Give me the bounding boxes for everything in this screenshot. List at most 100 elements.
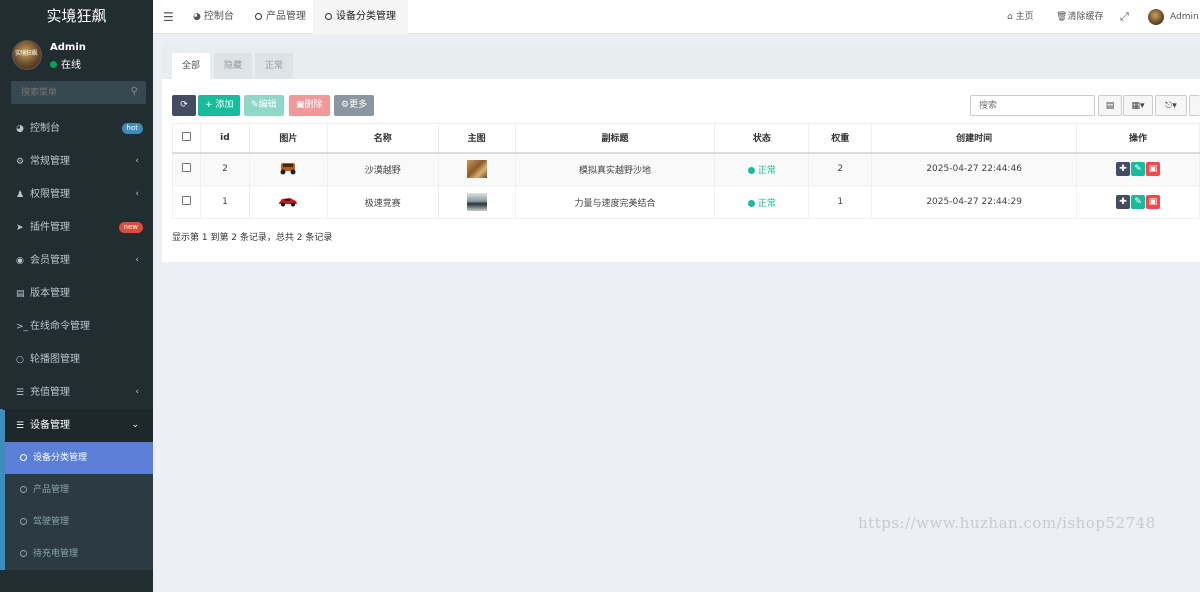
sidebar-item-dashboard[interactable]: ◕ 控制台 hot [0,112,153,145]
fullscreen-icon[interactable]: ⤢ [1120,0,1129,34]
cell-main-image [437,185,516,219]
drag-button[interactable]: ✚ [1116,162,1131,177]
cell-weight: 1 [808,185,873,219]
sidebar-item-label: 插件管理 [30,222,70,233]
cell-id: 1 [199,185,250,219]
tab-normal[interactable]: 正常 [255,53,294,79]
row-delete-button[interactable]: ▣ [1146,162,1161,177]
topbar: ☰ ◕ 控制台 产品管理 设备分类管理 ⌂ 主页 🗑清除缓存 ⤢ Admin [153,0,1200,34]
admin-avatar[interactable] [1148,9,1164,25]
sidebar-item-label: 控制台 [30,123,60,134]
tab-product[interactable]: 产品管理 [243,0,318,34]
table-search-input[interactable] [970,95,1095,116]
cell-operate: ✚ ✎ ▣ [1076,152,1200,186]
rocket-icon: ➤ [16,223,24,233]
main-image-thumbnail[interactable] [466,160,487,179]
sidebar-item-label: 充值管理 [30,387,70,398]
sidebar-item-label: 权限管理 [30,189,70,200]
table-row[interactable]: 2 沙漠越野 模拟真实越野沙地 正常 2 2025-04-27 22:44:46… [172,152,1200,186]
refresh-button[interactable]: ⟳ [172,95,196,116]
row-edit-button[interactable]: ✎ [1131,195,1146,209]
sidebar-subitem-label: 驾驶管理 [33,517,70,527]
hot-badge: hot [121,123,143,134]
row-checkbox-cell [172,185,201,219]
sidebar-item-general[interactable]: ⚙ 常规管理 ‹ [0,145,153,178]
race-car-image[interactable] [278,193,298,209]
row-edit-button[interactable]: ✎ [1131,162,1146,177]
header-main-image[interactable]: 主图 [437,123,516,154]
new-badge: new [118,222,143,233]
add-button[interactable]: + 添加 [198,95,241,116]
cell-name: 沙漠越野 [326,152,439,186]
pagination-summary: 显示第 1 到第 2 条记录，总共 2 条记录 [172,233,333,243]
sidebar-item-label: 在线命令管理 [30,321,90,332]
move-icon: ✚ [1119,164,1127,175]
main-image-thumbnail[interactable] [466,193,487,211]
watermark: https://www.huzhan.com/ishop52748 [858,514,1156,532]
row-checkbox[interactable] [181,196,191,205]
print-button[interactable] [1189,95,1200,116]
sidebar-subitem-product[interactable]: 产品管理 [0,474,153,506]
status-label: 正常 [757,198,776,209]
tab-all[interactable]: 全部 [172,53,211,79]
export-button[interactable]: ⎋▾ [1155,95,1187,116]
header-created[interactable]: 创建时间 [871,123,1078,154]
cell-created: 2025-04-27 22:44:29 [871,185,1078,219]
admin-label[interactable]: Admin [1170,0,1199,34]
clear-cache-label: 清除缓存 [1067,12,1104,22]
status-dot-icon [747,166,755,174]
sidebar-item-plugins[interactable]: ➤ 插件管理 new [0,211,153,244]
sidebar-subitem-driving[interactable]: 驾驶管理 [0,506,153,538]
tab-device-category[interactable]: 设备分类管理 [313,0,408,34]
sidebar-item-device[interactable]: ☰ 设备管理 ⌄ [0,409,153,442]
header-status[interactable]: 状态 [714,123,810,154]
header-weight[interactable]: 权重 [808,123,873,154]
sidebar-item-version[interactable]: ▤ 版本管理 [0,277,153,310]
cell-id: 2 [199,152,250,186]
edit-button[interactable]: ✎编辑 [244,95,284,116]
clear-cache-link[interactable]: 🗑清除缓存 [1056,0,1103,34]
sidebar-subitem-label: 设备分类管理 [33,453,88,463]
columns-button[interactable]: ▦▾ [1123,95,1153,116]
gear-icon: ⚙ [341,100,350,110]
sidebar-item-members[interactable]: ◉ 会员管理 ‹ [0,244,153,277]
cell-subtitle: 模拟真实越野沙地 [514,152,716,186]
sidebar-item-carousel[interactable]: ○ 轮播图管理 [0,343,153,376]
menu-toggle-icon[interactable]: ☰ [163,10,174,24]
main-panel: 全部 隐藏 正常 ⟳ + 添加 ✎编辑 ▣删除 ⚙更多 ▤ ▦▾ ⎋▾ id 图… [162,43,1200,262]
row-delete-button[interactable]: ▣ [1146,195,1161,209]
sidebar-item-recharge[interactable]: ☰ 充值管理 ‹ [0,376,153,409]
select-all-checkbox[interactable] [181,131,191,141]
status-dot-icon [747,199,755,207]
delete-label: 删除 [304,100,323,110]
more-button[interactable]: ⚙更多 [334,95,375,116]
tab-label: 设备分类管理 [336,11,396,22]
plus-icon: + [205,100,216,110]
cell-main-image [437,152,516,186]
drag-button[interactable]: ✚ [1116,195,1131,209]
toggle-view-button[interactable]: ▤ [1098,95,1122,116]
search-icon[interactable]: ⚲ [131,86,138,97]
sidebar-item-command[interactable]: >_ 在线命令管理 [0,310,153,343]
sidebar-subitem-charging[interactable]: 待充电管理 [0,538,153,570]
header-name[interactable]: 名称 [326,123,439,154]
table-row[interactable]: 1 极速竞赛 力量与速度完美结合 正常 1 2025-04-27 22:44:2… [172,185,1200,219]
menu-search-input[interactable] [11,81,121,104]
chevron-left-icon: ‹ [135,387,139,397]
header-image[interactable]: 图片 [248,123,328,154]
offroad-car-image[interactable] [278,160,298,176]
circle-icon [20,518,27,525]
delete-button[interactable]: ▣删除 [289,95,330,116]
app-logo[interactable]: 实境狂飙 [0,0,153,32]
header-id[interactable]: id [199,123,250,154]
sidebar-item-permission[interactable]: ♟ 权限管理 ‹ [0,178,153,211]
home-link[interactable]: ⌂ 主页 [1007,0,1034,34]
cogs-icon: ⚙ [16,157,25,167]
list-icon: ☰ [16,388,25,398]
tab-hidden[interactable]: 隐藏 [214,53,253,79]
sidebar-subitem-device-category[interactable]: 设备分类管理 [0,442,153,474]
tab-dashboard[interactable]: ◕ 控制台 [181,0,246,34]
row-checkbox[interactable] [181,163,191,173]
header-subtitle[interactable]: 副标题 [514,123,716,154]
data-table: id 图片 名称 主图 副标题 状态 权重 创建时间 操作 2 沙漠越野 模拟真… [172,123,1200,219]
